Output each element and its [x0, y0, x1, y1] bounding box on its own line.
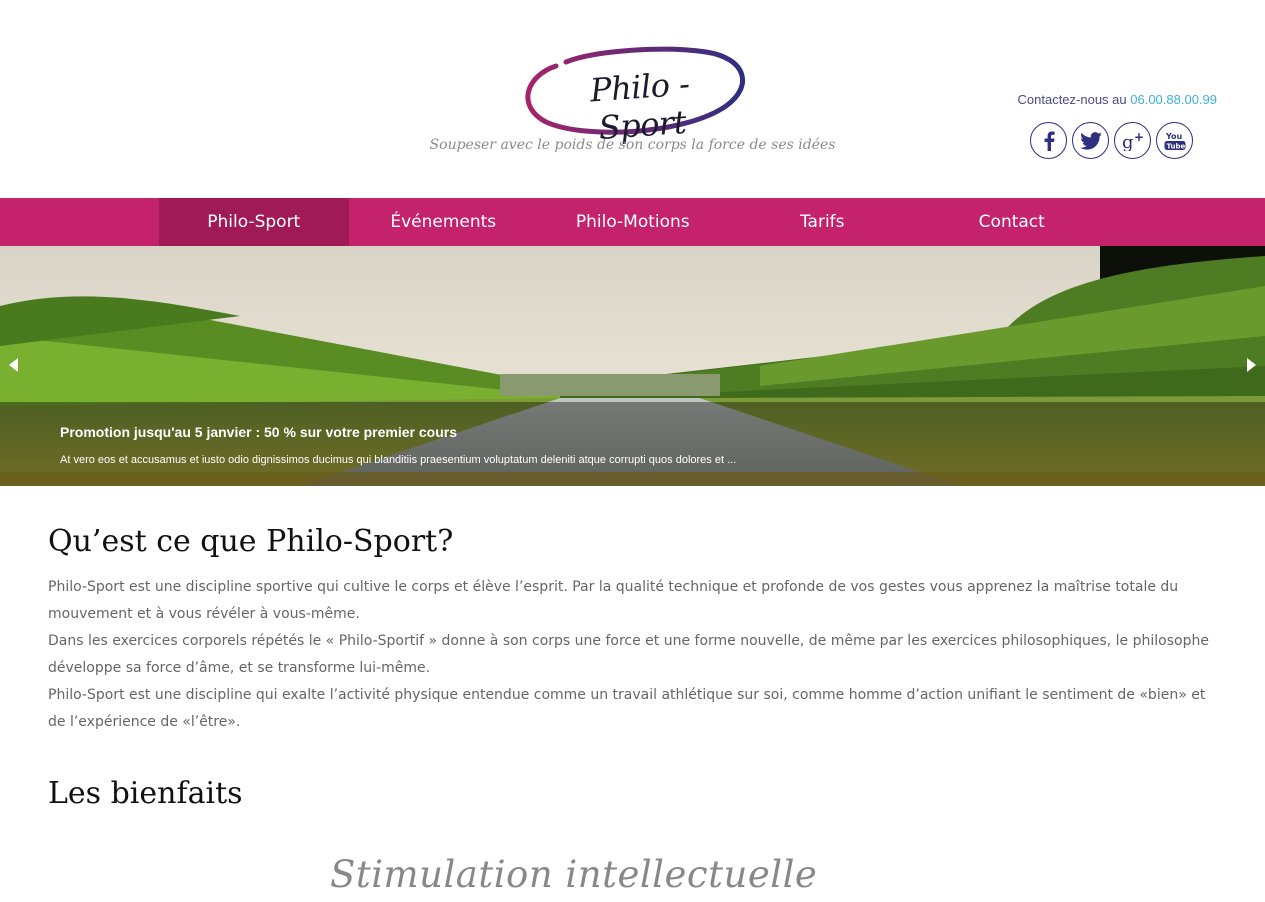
contact-prefix: Contactez-nous au [1017, 92, 1127, 107]
intro-text: Philo-Sport est une discipline sportive … [48, 574, 1218, 736]
site-tagline: Soupeser avec le poids de son corps la f… [429, 137, 836, 153]
main-nav: Philo-Sport Événements Philo-Motions Tar… [0, 198, 1265, 246]
contact-phone-link[interactable]: 06.00.88.00.99 [1130, 92, 1217, 107]
facebook-icon [1044, 131, 1055, 151]
slider-next-button[interactable] [1245, 356, 1259, 374]
svg-text:+: + [1134, 131, 1144, 144]
main-content: Qu’est ce que Philo-Sport? Philo-Sport e… [48, 486, 1218, 812]
nav-item-philo-motions[interactable]: Philo-Motions [538, 198, 728, 246]
benefits-title: Les bienfaits [48, 776, 243, 811]
google-plus-button[interactable]: g + [1114, 122, 1151, 159]
nav-item-philo-sport[interactable]: Philo-Sport [159, 198, 349, 246]
site-header: Philo - Sport Soupeser avec le poids de … [0, 0, 1265, 198]
intro-paragraph-2: Dans les exercices corporels répétés le … [48, 633, 1209, 676]
slider-prev-button[interactable] [6, 356, 20, 374]
slide-caption: Promotion jusqu'au 5 janvier : 50 % sur … [0, 402, 1265, 486]
svg-text:g: g [1122, 132, 1134, 151]
hero-slider[interactable]: Promotion jusqu'au 5 janvier : 50 % sur … [0, 246, 1265, 486]
svg-text:Tube: Tube [1166, 142, 1185, 150]
google-plus-icon: g + [1122, 131, 1144, 151]
twitter-icon [1079, 131, 1102, 150]
section-title: Qu’est ce que Philo-Sport? [48, 524, 454, 559]
youtube-button[interactable]: You Tube [1156, 122, 1193, 159]
intro-paragraph-1: Philo-Sport est une discipline sportive … [48, 579, 1179, 622]
twitter-button[interactable] [1072, 122, 1109, 159]
nav-items: Philo-Sport Événements Philo-Motions Tar… [159, 198, 1107, 246]
svg-text:You: You [1165, 132, 1183, 141]
benefit-heading: Stimulation intellectuelle [330, 853, 818, 896]
youtube-icon: You Tube [1164, 132, 1185, 150]
intro-paragraph-3: Philo-Sport est une discipline qui exalt… [48, 687, 1206, 730]
contact-line: Contactez-nous au 06.00.88.00.99 [1018, 92, 1218, 107]
arrow-right-icon [1247, 358, 1256, 372]
facebook-button[interactable] [1030, 122, 1067, 159]
nav-item-contact[interactable]: Contact [917, 198, 1107, 246]
slide-caption-title: Promotion jusqu'au 5 janvier : 50 % sur … [60, 424, 457, 440]
nav-item-evenements[interactable]: Événements [349, 198, 539, 246]
nav-item-tarifs[interactable]: Tarifs [728, 198, 918, 246]
site-logo[interactable]: Philo - Sport [516, 44, 748, 147]
social-links: g + You Tube [1030, 122, 1193, 159]
slide-caption-text: At vero eos et accusamus et iusto odio d… [60, 454, 737, 466]
arrow-left-icon [9, 358, 18, 372]
